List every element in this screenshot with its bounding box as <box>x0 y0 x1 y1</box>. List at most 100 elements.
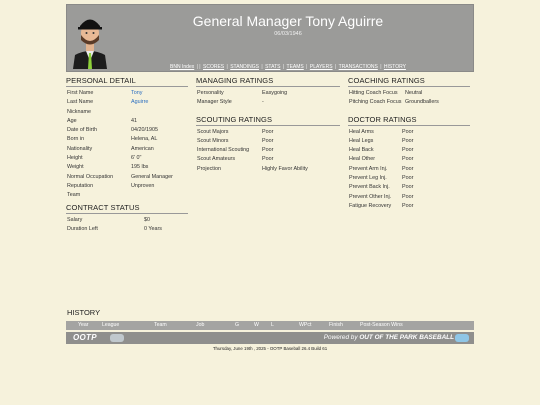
page-container: General Manager Tony Aguirre 06/03/1946 … <box>66 4 474 351</box>
page-title: General Manager Tony Aguirre <box>192 13 384 29</box>
scouting-value: Poor <box>262 137 274 144</box>
personal-row: Normal Occupation General Manager <box>66 173 188 182</box>
history-col-league[interactable]: League <box>102 321 119 330</box>
coaching-value: Neutral <box>405 90 423 96</box>
history-col-losses[interactable]: L <box>271 321 274 330</box>
doctor-label: Prevent Back Inj. <box>349 184 390 191</box>
scouting-value: Highly Favor Ability <box>262 165 308 172</box>
nav-history[interactable]: HISTORY <box>384 64 406 70</box>
nav-teams[interactable]: TEAMS <box>287 64 304 70</box>
contract-label: Salary <box>67 216 83 223</box>
personal-value: 04/20/1905 <box>131 127 158 134</box>
doctor-row: Heal Other Poor <box>348 155 470 164</box>
scouting-row: Scout Amateurs Poor <box>196 155 340 164</box>
ootp-brand-icon <box>455 334 469 342</box>
history-col-finish[interactable]: Finish <box>329 321 343 330</box>
personal-label: Nationality <box>67 145 93 152</box>
coaching-ratings-heading: COACHING RATINGS <box>348 76 470 87</box>
scouting-value: Poor <box>262 147 274 154</box>
personal-label: Normal Occupation <box>67 173 114 180</box>
personal-value: General Manager <box>131 173 173 180</box>
personal-row: Date of Birth 04/20/1905 <box>66 126 188 135</box>
page-subtitle-date: 06/03/1946 <box>274 31 302 37</box>
history-col-team[interactable]: Team <box>154 321 167 330</box>
personal-label: Last Name <box>67 99 94 106</box>
scouting-row: International Scouting Poor <box>196 146 340 155</box>
personal-row: Team <box>66 191 188 200</box>
personal-row: Weight 195 lbs <box>66 163 188 172</box>
nav-stats[interactable]: STATS <box>265 64 280 70</box>
coaching-row: Hitting Coach Focus Neutral <box>348 89 470 98</box>
powered-by-brand: OUT OF THE PARK BASEBALL <box>359 334 454 341</box>
doctor-ratings-list: Heal Arms Poor Heal Legs Poor Heal Back Poor H… <box>348 128 470 212</box>
doctor-row: Prevent Leg Inj. Poor <box>348 174 470 183</box>
coaching-value: Groundballers <box>405 99 439 106</box>
ootp-badge-icon <box>110 334 124 342</box>
doctor-value: Poor <box>402 184 414 191</box>
personal-label: Height <box>67 155 83 162</box>
managing-value: - <box>262 99 264 106</box>
doctor-row: Heal Legs Poor <box>348 137 470 146</box>
page-header: General Manager Tony Aguirre 06/03/1946 … <box>66 4 474 72</box>
personal-value: Helena, AL <box>131 136 158 143</box>
nav-scores[interactable]: SCORES <box>203 64 224 70</box>
doctor-value: Poor <box>402 137 414 144</box>
doctor-row: Heal Back Poor <box>348 146 470 155</box>
contract-status-list: Salary $0 Duration Left 0 Years <box>66 216 188 235</box>
nav-players[interactable]: PLAYERS <box>310 64 333 70</box>
contract-label: Duration Left <box>67 225 98 232</box>
scouting-ratings-list: Scout Majors Poor Scout Minors Poor Internat… <box>196 128 340 174</box>
managing-label: Personality <box>197 90 224 96</box>
personal-row: Height 6' 0" <box>66 154 188 163</box>
doctor-label: Heal Back <box>349 147 374 154</box>
personal-label: Born in <box>67 136 85 143</box>
history-col-wpct[interactable]: WPct <box>299 321 311 330</box>
contract-row: Duration Left 0 Years <box>66 225 188 234</box>
page-footer: OOTP Powered by OUT OF THE PARK BASEBALL <box>66 332 474 344</box>
powered-by-text[interactable]: Powered by OUT OF THE PARK BASEBALL <box>324 334 454 341</box>
scouting-label: Scout Minors <box>197 137 229 144</box>
managing-row: Manager Style - <box>196 98 340 107</box>
doctor-row: Prevent Other Inj. Poor <box>348 193 470 202</box>
history-col-wins[interactable]: W <box>254 321 259 330</box>
doctor-value: Poor <box>402 147 414 154</box>
powered-by-prefix: Powered by <box>323 334 360 341</box>
column-personal: PERSONAL DETAIL First Name Tony Last Name A… <box>66 76 188 234</box>
personal-value: American <box>131 145 154 152</box>
history-col-year[interactable]: Year <box>78 321 88 330</box>
history-heading: HISTORY <box>67 308 101 317</box>
nav-bnn-index[interactable]: BNN Index <box>170 64 194 70</box>
contract-value: $0 <box>144 216 150 223</box>
personal-label: Weight <box>67 164 84 171</box>
scouting-value: Poor <box>262 128 274 135</box>
doctor-ratings-heading: DOCTOR RATINGS <box>348 115 470 126</box>
scouting-label: Projection <box>197 165 221 172</box>
personal-row: Last Name Aguirre <box>66 98 188 107</box>
personal-row: Reputation Unproven <box>66 182 188 191</box>
managing-row: Personality Easygoing <box>196 89 340 98</box>
doctor-row: Fatigue Recovery Poor <box>348 202 470 211</box>
history-col-job[interactable]: Job <box>196 321 204 330</box>
ootp-logo[interactable]: OOTP <box>73 333 97 342</box>
doctor-label: Heal Arms <box>349 128 374 135</box>
personal-label: Reputation <box>67 182 94 189</box>
personal-row: First Name Tony <box>66 89 188 98</box>
managing-ratings-heading: MANAGING RATINGS <box>196 76 340 87</box>
top-navigation: BNN Index | | SCORES | STANDINGS | STATS… <box>67 64 473 70</box>
history-col-postseason-wins[interactable]: Post-Season Wins <box>360 321 403 330</box>
contract-status-heading: CONTRACT STATUS <box>66 203 188 214</box>
scouting-label: Scout Majors <box>197 128 229 135</box>
personal-row: Nationality American <box>66 145 188 154</box>
scouting-row: Scout Majors Poor <box>196 128 340 137</box>
doctor-row: Prevent Arm Inj. Poor <box>348 165 470 174</box>
history-col-games[interactable]: G <box>235 321 239 330</box>
personal-value: 195 lbs <box>131 164 149 171</box>
history-table-header: Year League Team Job G W L WPct Finish P… <box>66 321 474 330</box>
personal-value: 41 <box>131 117 137 124</box>
nav-transactions[interactable]: TRANSACTIONS <box>339 64 378 70</box>
doctor-value: Poor <box>402 156 414 163</box>
scouting-label: Scout Amateurs <box>197 156 236 163</box>
nav-standings[interactable]: STANDINGS <box>230 64 259 70</box>
personal-value[interactable]: Tony <box>131 89 142 98</box>
personal-value[interactable]: Aguirre <box>131 98 148 107</box>
